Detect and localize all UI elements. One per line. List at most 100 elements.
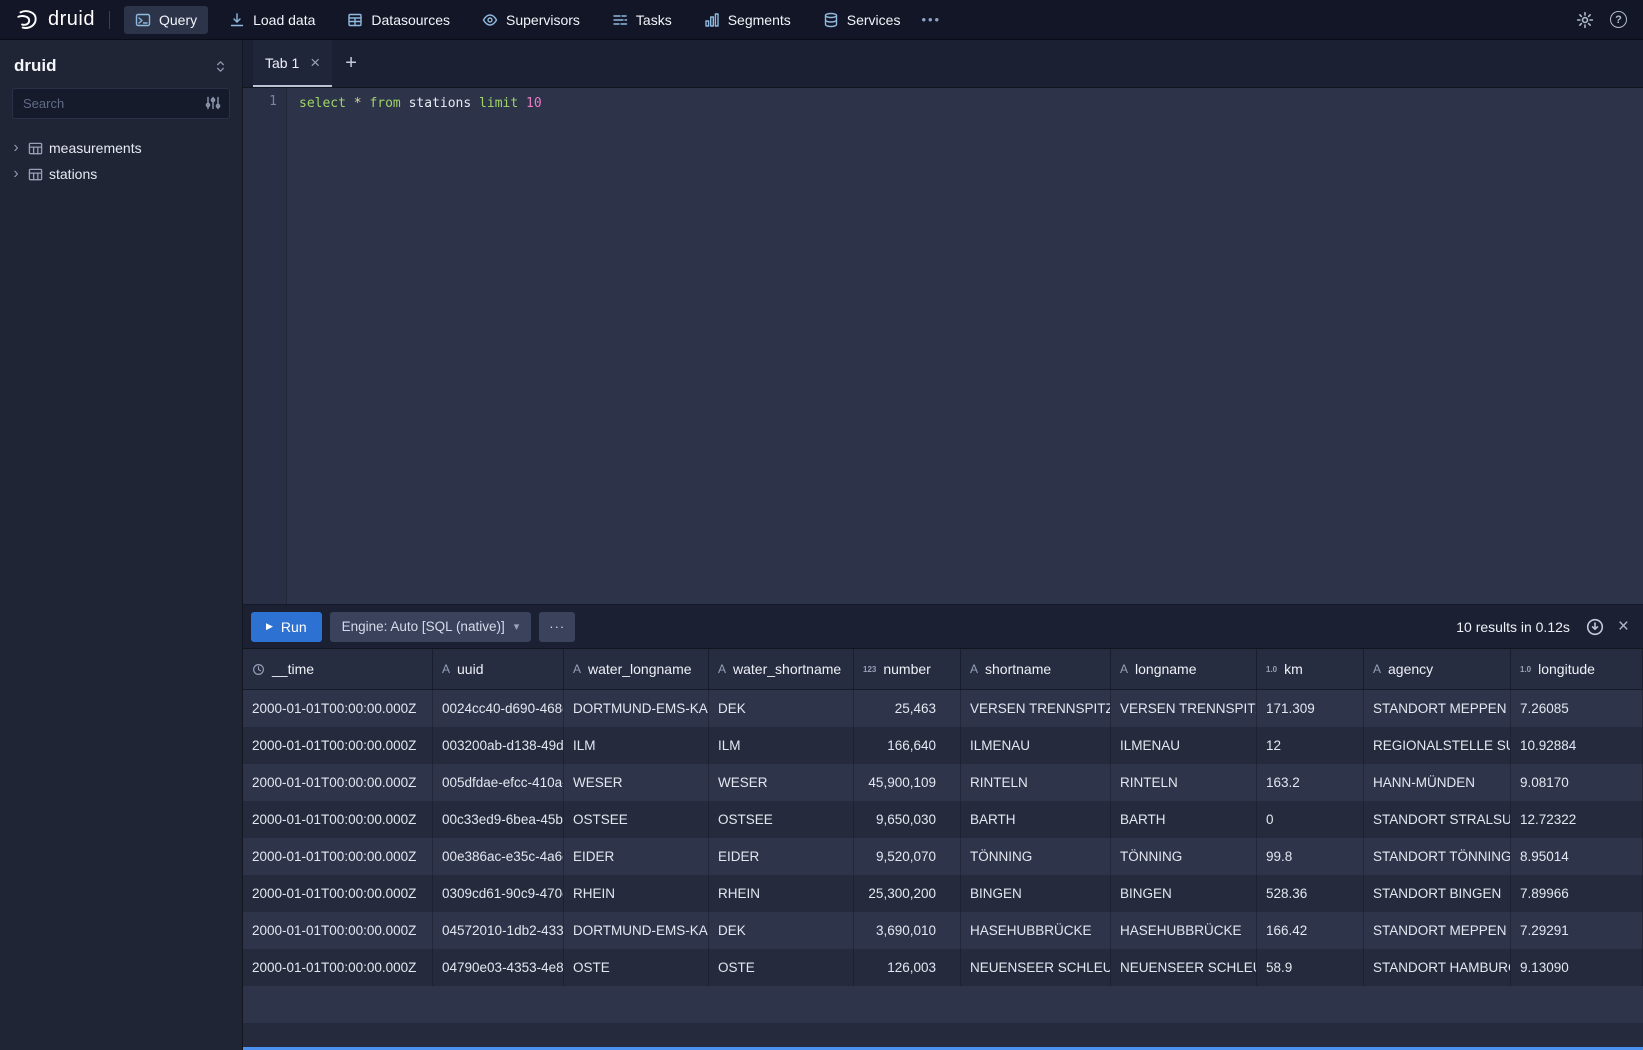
cell-km[interactable]: 528.36 — [1257, 875, 1364, 912]
cell-longname[interactable]: ILMENAU — [1111, 727, 1257, 764]
cell-number[interactable]: 9,520,070 — [854, 838, 961, 875]
column-header-uuid[interactable]: Auuid — [433, 649, 564, 689]
settings-gear-icon[interactable] — [1576, 11, 1594, 29]
cell-__time[interactable]: 2000-01-01T00:00:00.000Z — [243, 875, 433, 912]
nav-item-load-data[interactable]: Load data — [218, 6, 326, 34]
cell-uuid[interactable]: 00c33ed9-6bea-45b4-87 — [433, 801, 564, 838]
cell-agency[interactable]: REGIONALSTELLE SUHL — [1364, 727, 1511, 764]
cell-longname[interactable]: VERSEN TRENNSPITZE — [1111, 690, 1257, 727]
cell-number[interactable]: 126,003 — [854, 949, 961, 986]
cell-number[interactable]: 45,900,109 — [854, 764, 961, 801]
cell-longitude[interactable]: 7.29291 — [1511, 912, 1643, 949]
cell-number[interactable]: 25,300,200 — [854, 875, 961, 912]
cell-longname[interactable]: BARTH — [1111, 801, 1257, 838]
cell-__time[interactable]: 2000-01-01T00:00:00.000Z — [243, 764, 433, 801]
cell-water_shortname[interactable]: WESER — [709, 764, 854, 801]
query-more-button[interactable]: ··· — [539, 612, 575, 642]
cell-uuid[interactable]: 005dfdae-efcc-410a-bf1 — [433, 764, 564, 801]
cell-uuid[interactable]: 0024cc40-d690-468d-84 — [433, 690, 564, 727]
more-menu-button[interactable]: ••• — [921, 12, 941, 27]
cell-water_longname[interactable]: ILM — [564, 727, 709, 764]
cell-agency[interactable]: STANDORT BINGEN — [1364, 875, 1511, 912]
sql-code[interactable]: select * from stations limit 10 — [287, 88, 1643, 604]
cell-km[interactable]: 12 — [1257, 727, 1364, 764]
cell-longname[interactable]: TÖNNING — [1111, 838, 1257, 875]
tab-tab-1[interactable]: Tab 1 × — [253, 40, 332, 87]
cell-shortname[interactable]: BARTH — [961, 801, 1111, 838]
cell-number[interactable]: 9,650,030 — [854, 801, 961, 838]
cell-agency[interactable]: STANDORT STRALSUND — [1364, 801, 1511, 838]
cell-longname[interactable]: RINTELN — [1111, 764, 1257, 801]
help-icon[interactable]: ? — [1610, 11, 1627, 28]
cell-km[interactable]: 166.42 — [1257, 912, 1364, 949]
cell-shortname[interactable]: ILMENAU — [961, 727, 1111, 764]
column-header-km[interactable]: 1.0km — [1257, 649, 1364, 689]
column-header-water_longname[interactable]: Awater_longname — [564, 649, 709, 689]
close-results-icon[interactable]: × — [1618, 617, 1629, 636]
cell-number[interactable]: 3,690,010 — [854, 912, 961, 949]
tree-item-measurements[interactable]: ›measurements — [0, 135, 242, 161]
cell-longitude[interactable]: 10.92884 — [1511, 727, 1643, 764]
cell-water_shortname[interactable]: DEK — [709, 912, 854, 949]
column-header-number[interactable]: 123number — [854, 649, 961, 689]
cell-uuid[interactable]: 0309cd61-90c9-470e-99 — [433, 875, 564, 912]
nav-item-supervisors[interactable]: Supervisors — [471, 6, 591, 34]
cell-uuid[interactable]: 04572010-1db2-4338-85 — [433, 912, 564, 949]
double-caret-vertical-icon[interactable] — [213, 59, 228, 74]
cell-km[interactable]: 0 — [1257, 801, 1364, 838]
new-tab-button[interactable]: + — [332, 40, 370, 87]
nav-item-services[interactable]: Services — [812, 6, 912, 34]
nav-item-datasources[interactable]: Datasources — [336, 6, 461, 34]
nav-item-tasks[interactable]: Tasks — [601, 6, 683, 34]
cell-water_shortname[interactable]: OSTSEE — [709, 801, 854, 838]
cell-shortname[interactable]: NEUENSEER SCHLEUSEN — [961, 949, 1111, 986]
nav-item-query[interactable]: Query — [124, 6, 208, 34]
cell-water_shortname[interactable]: RHEIN — [709, 875, 854, 912]
download-icon[interactable] — [1586, 618, 1604, 636]
cell-__time[interactable]: 2000-01-01T00:00:00.000Z — [243, 949, 433, 986]
cell-km[interactable]: 171.309 — [1257, 690, 1364, 727]
query-editor[interactable]: 1 select * from stations limit 10 — [243, 88, 1643, 604]
cell-longitude[interactable]: 9.13090 — [1511, 949, 1643, 986]
cell-longitude[interactable]: 7.26085 — [1511, 690, 1643, 727]
cell-shortname[interactable]: RINTELN — [961, 764, 1111, 801]
run-button[interactable]: ▶ Run — [251, 612, 322, 642]
cell-water_longname[interactable]: RHEIN — [564, 875, 709, 912]
cell-longitude[interactable]: 7.89966 — [1511, 875, 1643, 912]
cell-shortname[interactable]: BINGEN — [961, 875, 1111, 912]
cell-longitude[interactable]: 9.08170 — [1511, 764, 1643, 801]
cell-agency[interactable]: STANDORT MEPPEN — [1364, 912, 1511, 949]
cell-water_longname[interactable]: WESER — [564, 764, 709, 801]
cell-agency[interactable]: STANDORT TÖNNING — [1364, 838, 1511, 875]
cell-shortname[interactable]: TÖNNING — [961, 838, 1111, 875]
cell-longname[interactable]: HASEHUBBRÜCKE — [1111, 912, 1257, 949]
cell-agency[interactable]: STANDORT HAMBURG — [1364, 949, 1511, 986]
filter-sliders-icon[interactable] — [205, 95, 221, 111]
cell-uuid[interactable]: 00e386ac-e35c-4a6e-80 — [433, 838, 564, 875]
column-header-water_shortname[interactable]: Awater_shortname — [709, 649, 854, 689]
cell-water_shortname[interactable]: ILM — [709, 727, 854, 764]
cell-km[interactable]: 99.8 — [1257, 838, 1364, 875]
cell-agency[interactable]: HANN-MÜNDEN — [1364, 764, 1511, 801]
cell-shortname[interactable]: VERSEN TRENNSPITZE — [961, 690, 1111, 727]
engine-select-button[interactable]: Engine: Auto [SQL (native)] ▾ — [330, 612, 532, 642]
chevron-right-icon[interactable]: › — [10, 140, 22, 156]
cell-water_shortname[interactable]: EIDER — [709, 838, 854, 875]
cell-shortname[interactable]: HASEHUBBRÜCKE — [961, 912, 1111, 949]
column-header-longname[interactable]: Alongname — [1111, 649, 1257, 689]
cell-longitude[interactable]: 12.72322 — [1511, 801, 1643, 838]
cell-longname[interactable]: NEUENSEER SCHLEUSEN — [1111, 949, 1257, 986]
chevron-right-icon[interactable]: › — [10, 166, 22, 182]
cell-number[interactable]: 166,640 — [854, 727, 961, 764]
tree-item-stations[interactable]: ›stations — [0, 161, 242, 187]
cell-water_longname[interactable]: EIDER — [564, 838, 709, 875]
cell-uuid[interactable]: 003200ab-d138-49d9-aa — [433, 727, 564, 764]
column-header-agency[interactable]: Aagency — [1364, 649, 1511, 689]
cell-__time[interactable]: 2000-01-01T00:00:00.000Z — [243, 801, 433, 838]
cell-water_shortname[interactable]: OSTE — [709, 949, 854, 986]
cell-longname[interactable]: BINGEN — [1111, 875, 1257, 912]
column-header-shortname[interactable]: Ashortname — [961, 649, 1111, 689]
column-header-longitude[interactable]: 1.0longitude — [1511, 649, 1643, 689]
cell-longitude[interactable]: 8.95014 — [1511, 838, 1643, 875]
cell-km[interactable]: 58.9 — [1257, 949, 1364, 986]
